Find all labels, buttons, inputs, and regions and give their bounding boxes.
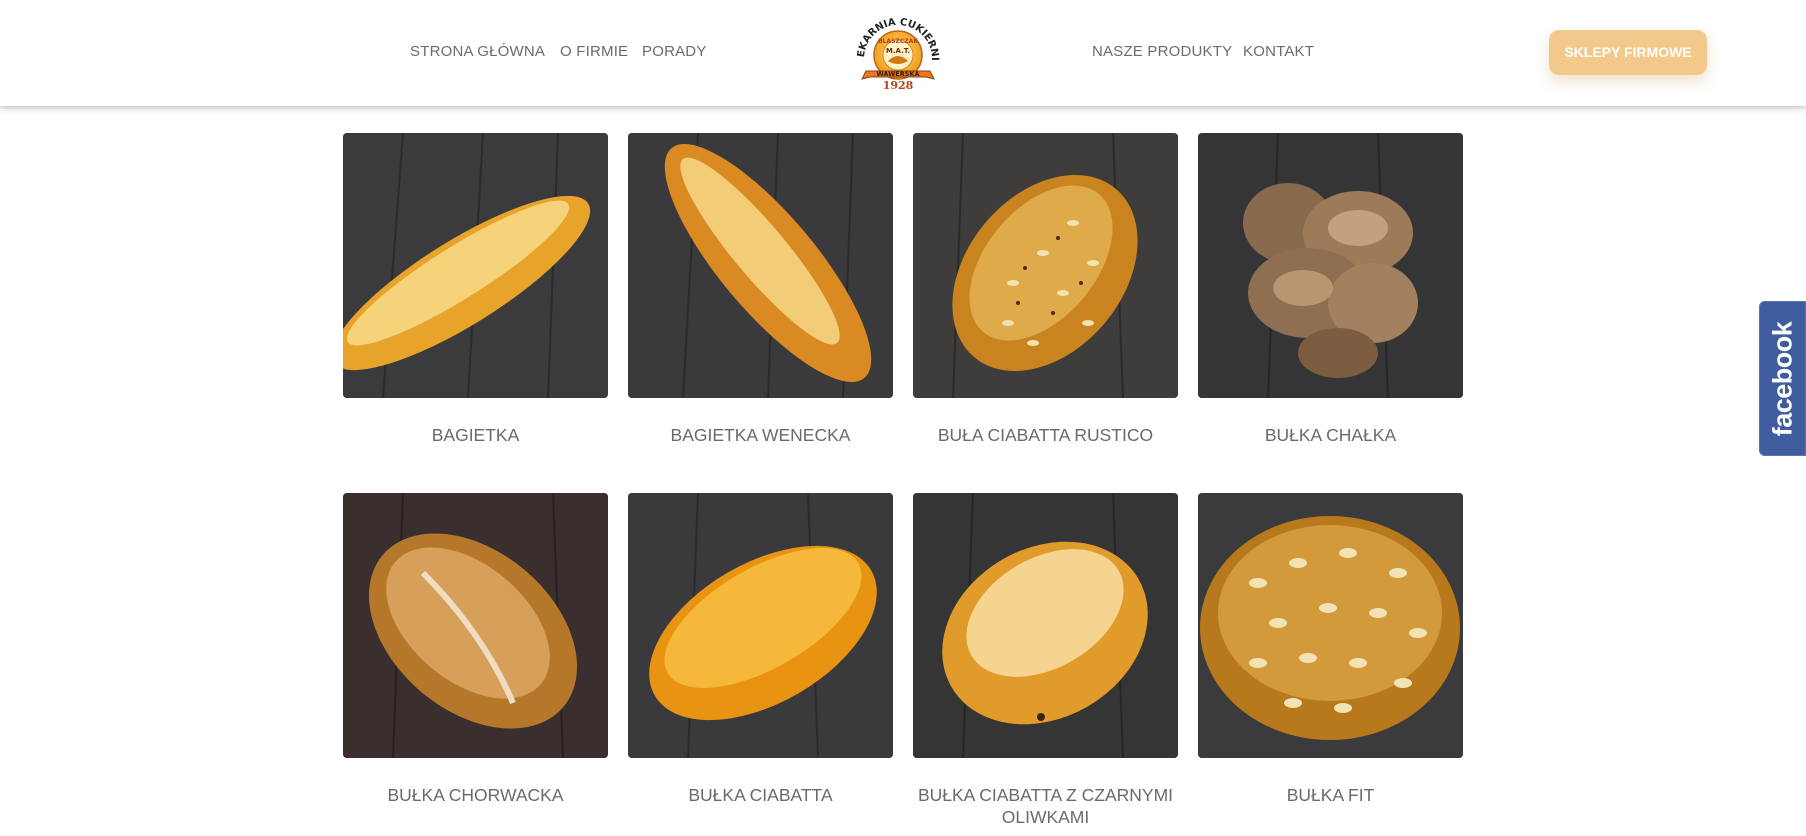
bakery-logo[interactable]: PIEKARNIA CUKIERNIA BLASZCZAK M.A.T. WAW… (848, 1, 944, 97)
product-photo (628, 493, 893, 758)
product-card[interactable]: BUŁA CIABATTA RUSTICO (913, 133, 1178, 446)
product-photo (913, 493, 1178, 758)
company-stores-button[interactable]: SKLEPY FIRMOWE (1549, 30, 1707, 75)
product-name[interactable]: BAGIETKA WENECKA (628, 424, 893, 446)
product-photo (343, 133, 608, 398)
product-card[interactable]: BAGIETKA WENECKA (628, 133, 893, 446)
logo-mark: M.A.T. (886, 47, 910, 55)
product-photo (628, 133, 893, 398)
product-card[interactable]: BUŁKA CHAŁKA (1198, 133, 1463, 446)
product-photo (913, 133, 1178, 398)
product-name[interactable]: BUŁKA CIABATTA (628, 784, 893, 806)
product-photo (343, 493, 608, 758)
nav-tips[interactable]: PORADY (642, 43, 707, 60)
site-header: STRONA GŁÓWNA O FIRMIE PORADY PIEKARNIA … (0, 0, 1806, 106)
product-name[interactable]: BUŁA CIABATTA RUSTICO (913, 424, 1178, 446)
nav-products[interactable]: NASZE PRODUKTY (1092, 43, 1232, 60)
facebook-label: facebook (1767, 321, 1797, 436)
product-card[interactable]: BAGIETKA (343, 133, 608, 446)
product-name[interactable]: BUŁKA CIABATTA Z CZARNYMI OLIWKAMI (913, 784, 1178, 828)
logo-ribbon: WAWERSKA (877, 70, 920, 78)
product-photo (1198, 493, 1463, 758)
product-card[interactable]: BUŁKA CIABATTA (628, 493, 893, 806)
logo-owner: BLASZCZAK (878, 38, 918, 45)
nav-home[interactable]: STRONA GŁÓWNA (410, 43, 545, 60)
product-card[interactable]: BUŁKA CHORWACKA (343, 493, 608, 806)
product-card[interactable]: BUŁKA CIABATTA Z CZARNYMI OLIWKAMI (913, 493, 1178, 828)
nav-about[interactable]: O FIRMIE (560, 43, 628, 60)
product-name[interactable]: BUŁKA CHORWACKA (343, 784, 608, 806)
facebook-tab[interactable]: facebook (1759, 301, 1806, 456)
nav-contact[interactable]: KONTAKT (1243, 43, 1314, 60)
logo-emblem: PIEKARNIA CUKIERNIA BLASZCZAK M.A.T. WAW… (848, 1, 940, 92)
product-photo (1198, 133, 1463, 398)
logo-year: 1928 (883, 79, 914, 92)
product-name[interactable]: BUŁKA FIT (1198, 784, 1463, 806)
product-name[interactable]: BAGIETKA (343, 424, 608, 446)
product-card[interactable]: BUŁKA FIT (1198, 493, 1463, 806)
product-name[interactable]: BUŁKA CHAŁKA (1198, 424, 1463, 446)
